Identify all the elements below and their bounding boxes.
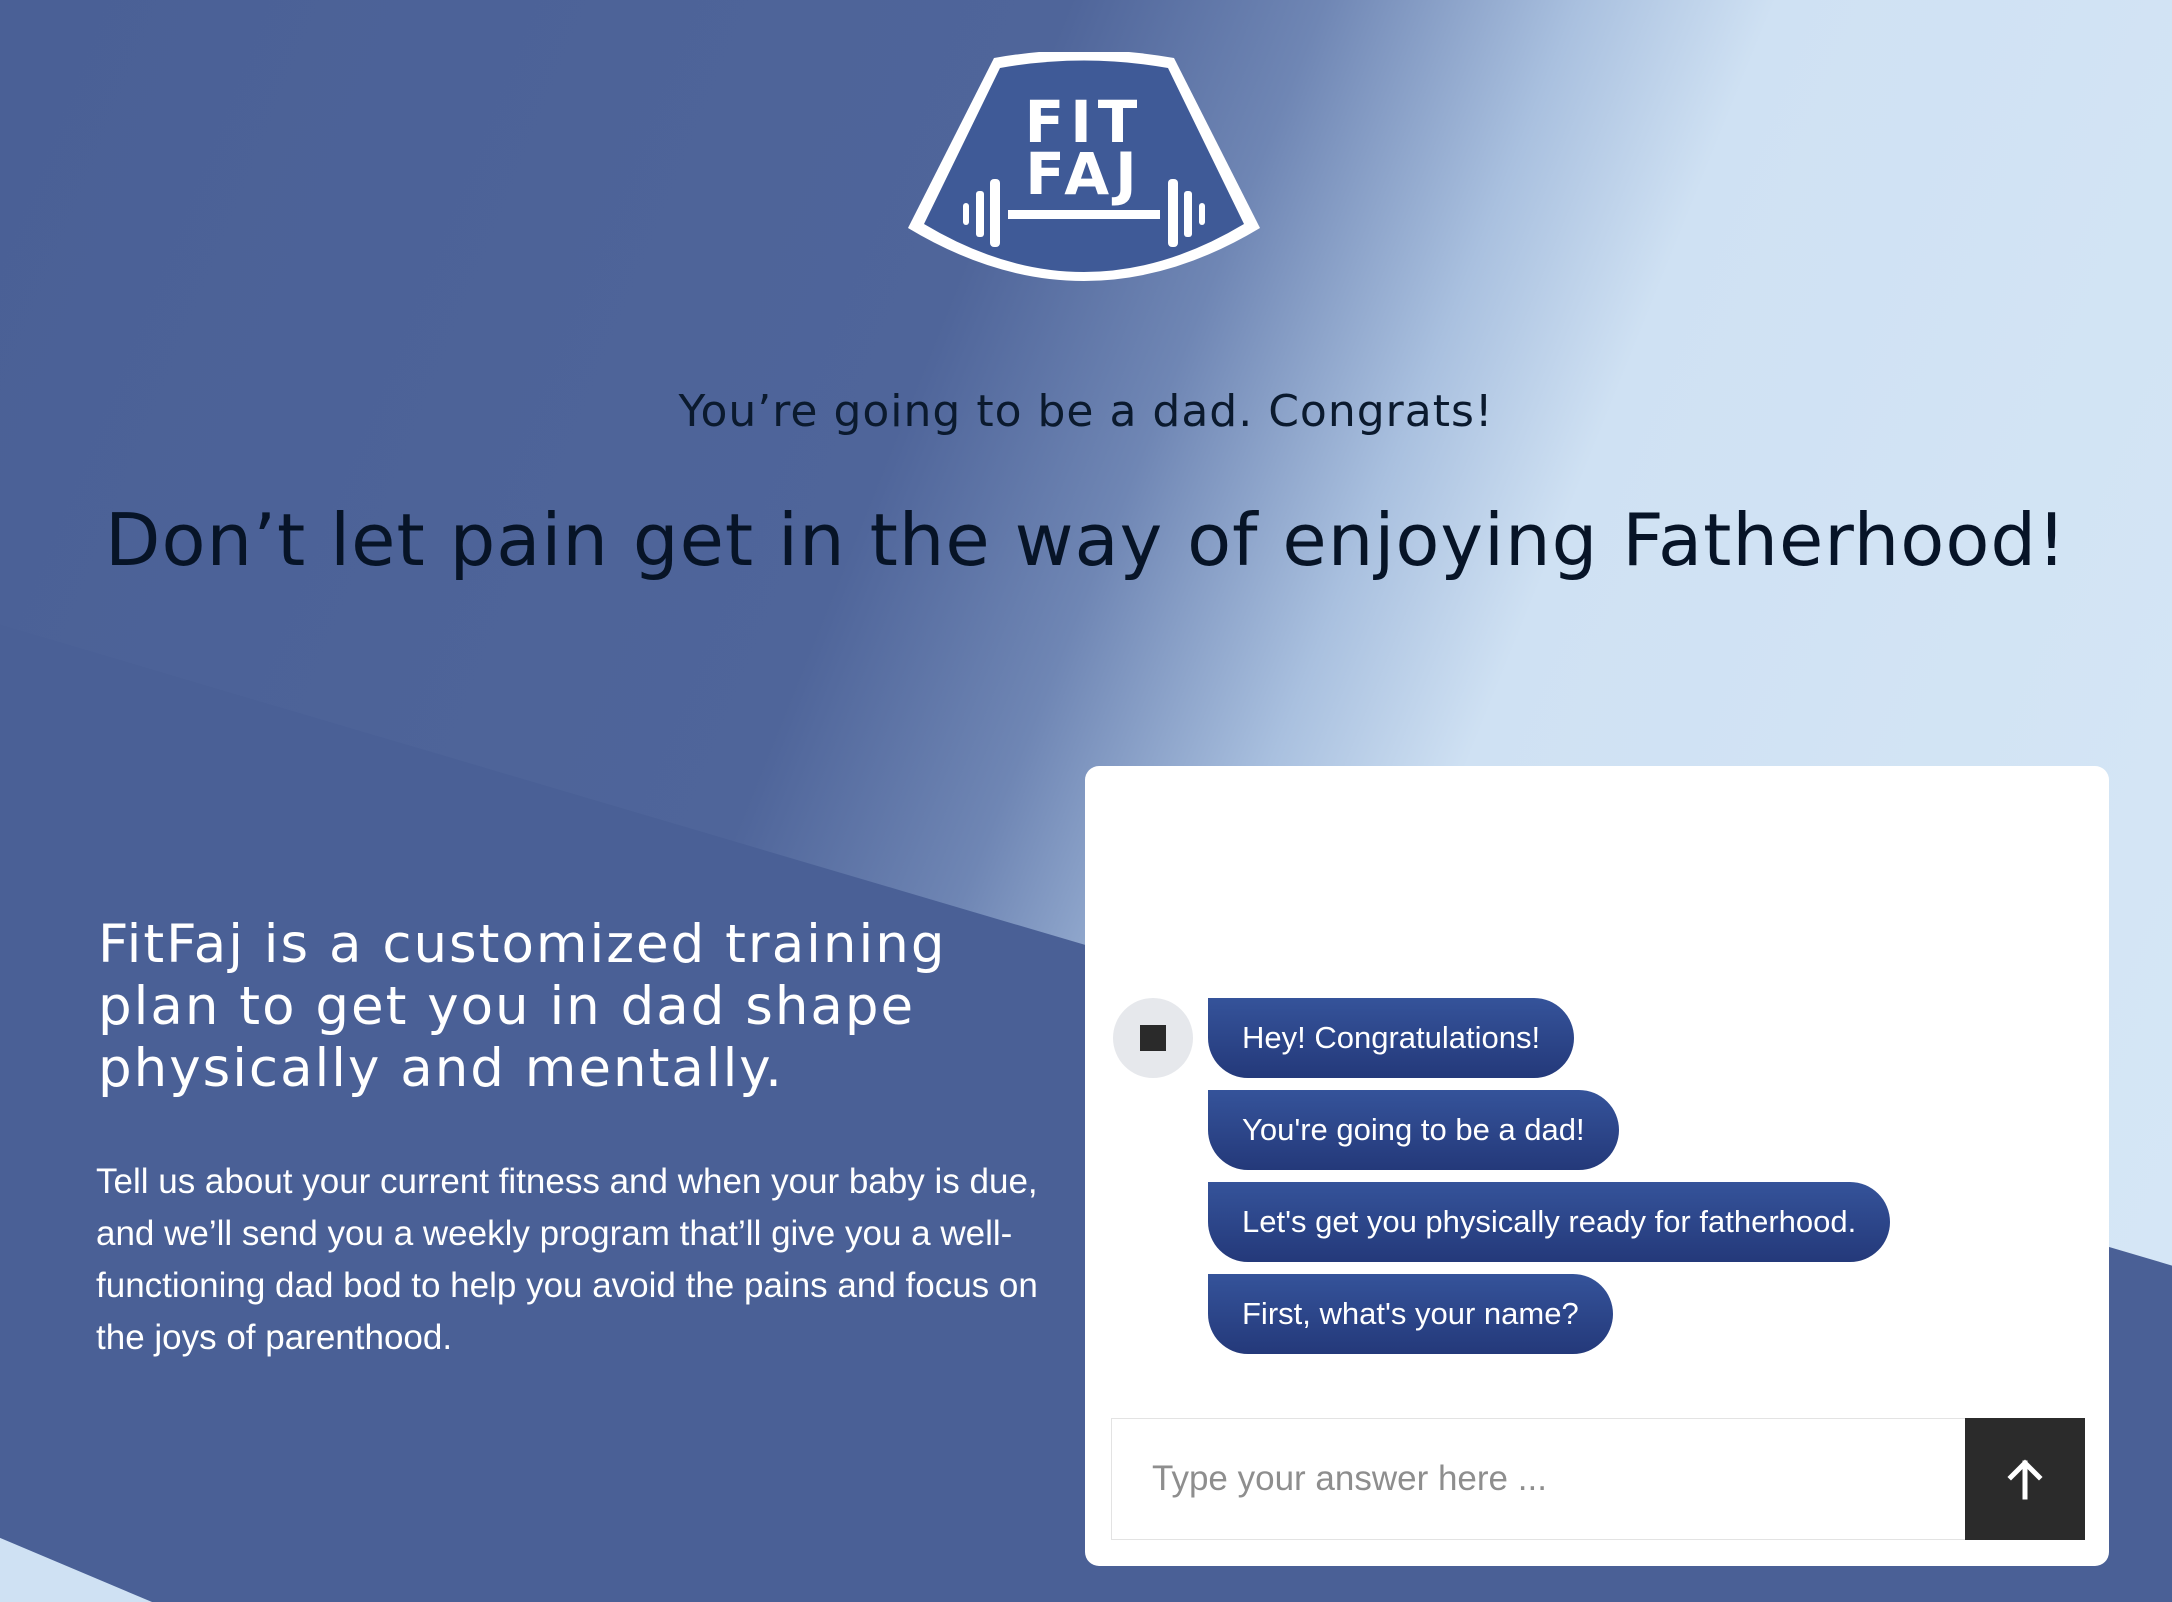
arrow-up-icon: [2007, 1459, 2043, 1500]
chat-widget: Hey! Congratulations! You're going to be…: [1085, 766, 2109, 1566]
chat-message-bubble: First, what's your name?: [1208, 1274, 1613, 1354]
stop-square-icon: [1140, 1025, 1166, 1051]
answer-form: [1111, 1418, 2085, 1540]
send-button[interactable]: [1965, 1418, 2085, 1540]
bot-avatar-icon: [1113, 998, 1193, 1078]
fitfaj-logo: FIT FAJ: [908, 52, 1260, 281]
intro-body: Tell us about your current fitness and w…: [96, 1162, 1038, 1357]
chat-message-bubble: Let's get you physically ready for fathe…: [1208, 1182, 1891, 1262]
chat-message-bubble: You're going to be a dad!: [1208, 1090, 1619, 1170]
logo-text-faj: FAJ: [1025, 140, 1142, 208]
chat-messages: Hey! Congratulations! You're going to be…: [1208, 998, 1891, 1366]
hero-tagline: You’re going to be a dad. Congrats!: [678, 386, 1494, 437]
chat-message-bubble: Hey! Congratulations!: [1208, 998, 1575, 1078]
hero-headline: Don’t let pain get in the way of enjoyin…: [105, 498, 2067, 582]
answer-input[interactable]: [1111, 1418, 1965, 1540]
intro-title: FitFaj is a customized training plan to …: [98, 914, 947, 1099]
